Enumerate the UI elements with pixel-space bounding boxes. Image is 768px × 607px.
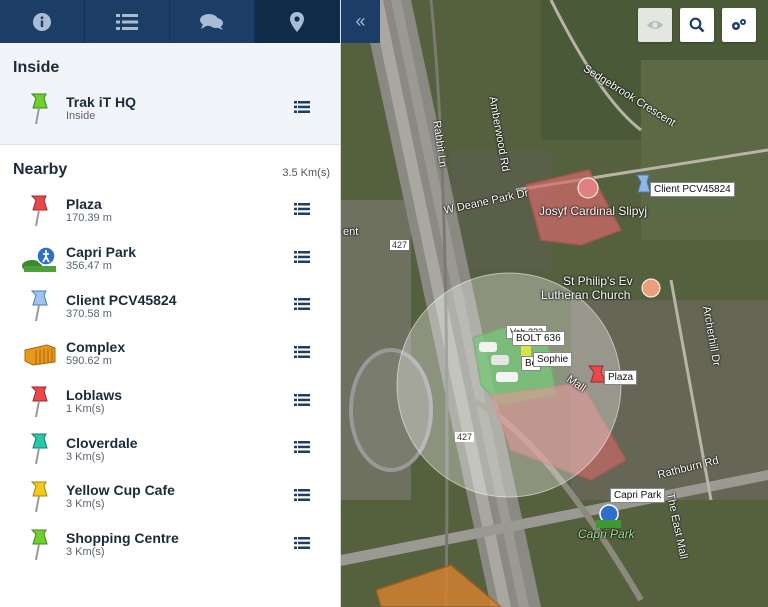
list-item[interactable]: Trak iT HQ Inside	[0, 85, 340, 133]
collapse-panel-button[interactable]: «	[341, 0, 380, 43]
side-panel: Inside Trak iT HQ Inside Nearby 3.5 Km(s…	[0, 0, 341, 607]
inside-section: Inside Trak iT HQ Inside	[0, 43, 340, 145]
satellite-map[interactable]: Client PCV45824 Veh 332 BOLT 636 Bo Soph…	[341, 0, 768, 607]
map-imagery	[341, 0, 768, 607]
nearby-title: Nearby	[13, 161, 68, 178]
nearby-header: Nearby 3.5 Km(s)	[0, 145, 340, 179]
map-label-capri[interactable]: Capri Park	[610, 488, 666, 503]
poi-label: Josyf Cardinal Slipyj	[539, 204, 648, 218]
map-label-client[interactable]: Client PCV45824	[650, 182, 735, 197]
tab-info[interactable]	[0, 0, 85, 43]
list-menu-icon[interactable]	[294, 100, 310, 118]
info-icon	[33, 12, 51, 31]
map-label-plaza[interactable]: Plaza	[604, 370, 638, 385]
pushpin-icon	[30, 195, 48, 227]
list-menu-icon[interactable]	[294, 536, 310, 554]
list-item[interactable]: Loblaws 1 Km(s)	[0, 378, 340, 426]
gears-icon	[732, 19, 746, 30]
chat-icon	[200, 13, 223, 30]
search-icon	[689, 17, 705, 33]
visibility-button[interactable]	[638, 8, 672, 42]
poi-label: Lutheran Church	[541, 288, 631, 302]
map-settings-button[interactable]	[722, 8, 756, 42]
list-item[interactable]: Shopping Centre 3 Km(s)	[0, 521, 340, 569]
tab-bar	[0, 0, 340, 43]
inside-title: Inside	[13, 59, 60, 76]
list-menu-icon[interactable]	[294, 250, 310, 268]
pushpin-icon	[30, 290, 48, 322]
list-menu-icon[interactable]	[294, 440, 310, 458]
list-menu-icon[interactable]	[294, 297, 310, 315]
pushpin-icon	[30, 433, 48, 465]
poi-label: Capri Park	[578, 527, 635, 541]
list-item[interactable]: Capri Park 356.47 m	[0, 235, 340, 283]
map-marker-icon	[290, 11, 304, 32]
nearby-list: Plaza 170.39 m Capri Park 356.47 m Client …	[0, 187, 340, 569]
tab-chat[interactable]	[170, 0, 255, 43]
list-item[interactable]: Client PCV45824 370.58 m	[0, 282, 340, 330]
list-icon	[116, 13, 138, 30]
container-icon	[24, 344, 56, 366]
list-item[interactable]: Complex 590.62 m	[0, 330, 340, 378]
map-search-button[interactable]	[680, 8, 714, 42]
pushpin-icon	[30, 529, 48, 560]
tab-list[interactable]	[85, 0, 170, 43]
street-label: ent	[343, 226, 359, 238]
tab-location[interactable]	[255, 0, 340, 43]
poi-label: St Philip's Ev	[563, 274, 633, 288]
list-menu-icon[interactable]	[294, 345, 310, 363]
list-menu-icon[interactable]	[294, 488, 310, 506]
pushpin-icon	[30, 481, 48, 513]
list-item[interactable]: Yellow Cup Cafe 3 Km(s)	[0, 473, 340, 521]
list-item[interactable]: Plaza 170.39 m	[0, 187, 340, 235]
highway-shield: 427	[390, 240, 410, 250]
map-label-bolt[interactable]: BOLT 636	[512, 331, 565, 346]
eye-icon	[647, 21, 663, 29]
pushpin-icon	[30, 93, 48, 125]
map-label-sophie[interactable]: Sophie	[533, 352, 573, 367]
list-menu-icon[interactable]	[294, 393, 310, 411]
highway-shield: 427	[455, 432, 475, 442]
park-icon	[22, 245, 56, 272]
list-item[interactable]: Cloverdale 3 Km(s)	[0, 425, 340, 473]
pushpin-icon	[30, 386, 48, 417]
list-menu-icon[interactable]	[294, 202, 310, 220]
nearby-range: 3.5 Km(s)	[282, 167, 330, 179]
